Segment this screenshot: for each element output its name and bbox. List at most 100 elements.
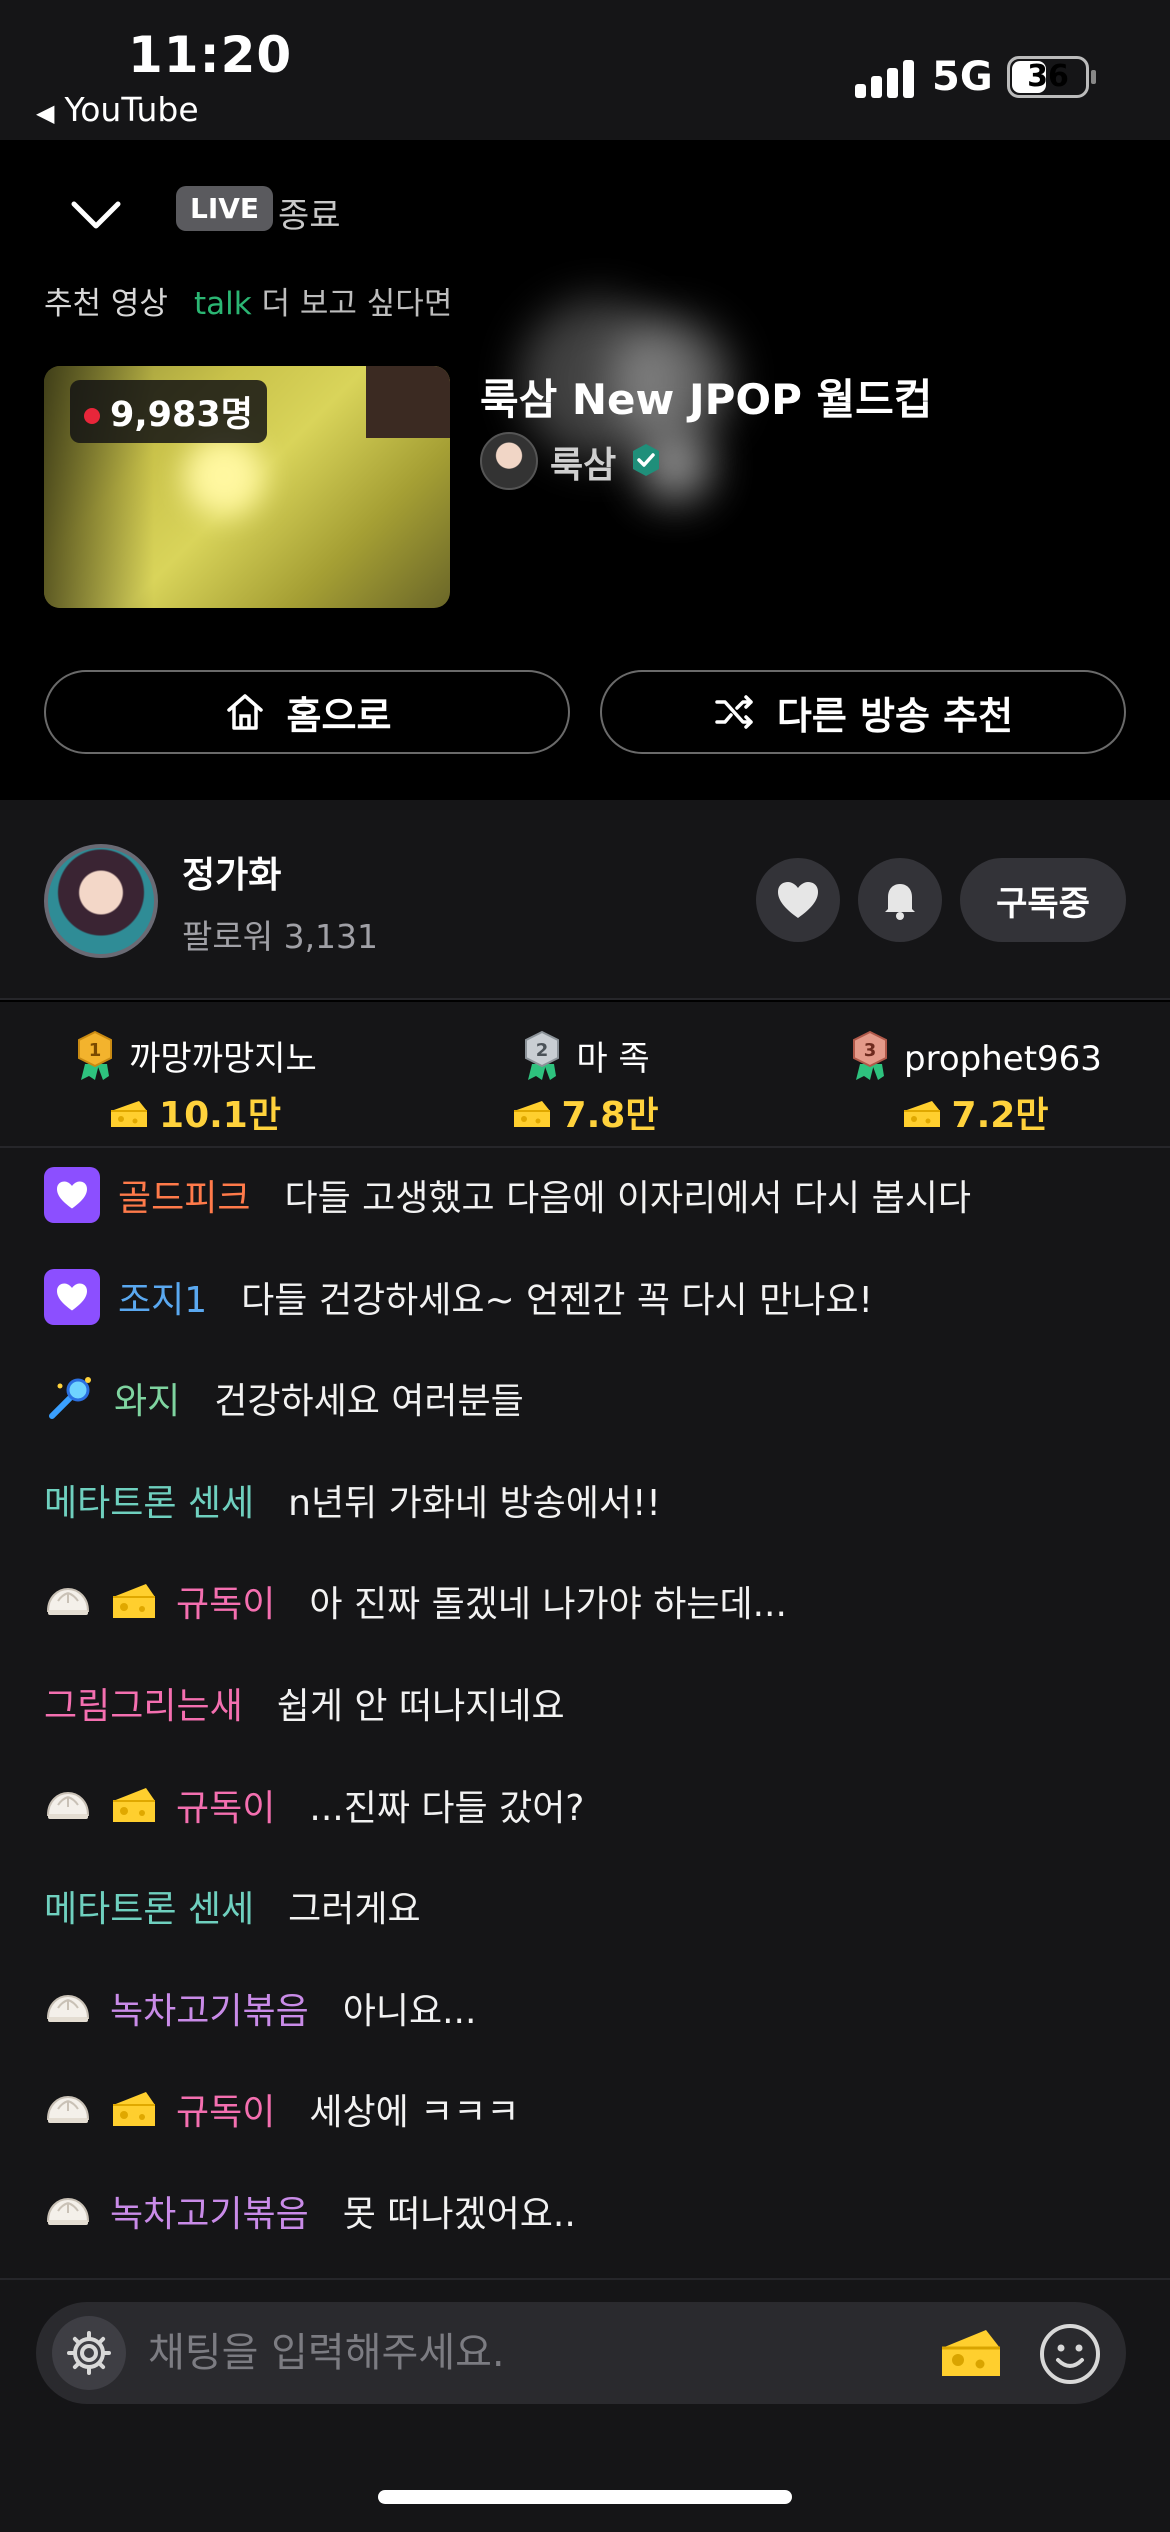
go-home-button[interactable]: 홈으로 <box>44 670 570 754</box>
chat-nickname[interactable]: 골드피크 <box>118 1169 250 1221</box>
ended-stream-panel: LIVE 종료 추천 영상 talk 더 보고 싶다면 9,983명 룩삼 New… <box>0 140 1170 800</box>
chat-settings-button[interactable] <box>52 2316 126 2390</box>
chat-message[interactable]: 메타트론 센세 그러게요 <box>44 1871 421 1941</box>
back-to-app-link[interactable]: ◀ YouTube <box>36 90 199 129</box>
bronze-medal-icon: 3 <box>848 1030 892 1091</box>
talk-more-label: 더 보고 싶다면 <box>261 286 453 322</box>
live-ended-label: 종료 <box>278 196 341 236</box>
chat-nickname[interactable]: 녹차고기볶음 <box>110 1982 309 2034</box>
collapse-chevron-icon[interactable] <box>66 190 126 240</box>
channel-info: 정가화 팔로워 3,131 구독중 <box>0 800 1170 1000</box>
viewer-count: 9,983명 <box>110 395 253 435</box>
chat-message[interactable]: 와지 건강하세요 여러분들 <box>44 1363 524 1433</box>
signal-icon <box>855 58 915 98</box>
channel-avatar[interactable] <box>44 844 158 958</box>
follower-count: 팔로워 3,131 <box>182 917 379 956</box>
recommend-label: 추천 영상 <box>44 286 168 322</box>
network-type: 5G <box>932 54 993 100</box>
recommended-channel-name[interactable]: 룩삼 <box>550 436 616 488</box>
bun-badge-icon <box>44 2085 92 2133</box>
talk-link[interactable]: talk <box>194 286 252 322</box>
donation-ranking: 1 까망까망지노 10.1만 2 마 족 7.8만 3 prophet963 7… <box>0 1002 1170 1148</box>
ranking-item-3[interactable]: 3 prophet963 7.2만 <box>780 1018 1170 1138</box>
shuffle-icon <box>715 695 753 729</box>
ranking-name: prophet963 <box>904 1039 1102 1079</box>
cheese-badge-icon <box>110 1785 158 1825</box>
ranking-name: 까망까망지노 <box>129 1039 317 1079</box>
chat-nickname[interactable]: 메타트론 센세 <box>44 1880 254 1932</box>
bell-icon <box>885 884 915 920</box>
notification-bell-button[interactable] <box>858 858 942 942</box>
chat-message[interactable]: 규독이 아 진짜 돌겠네 나가야 하는데... <box>44 1566 787 1636</box>
chat-input-box <box>36 2302 1126 2404</box>
cheese-badge-icon <box>110 2089 158 2129</box>
silver-medal-icon: 2 <box>520 1030 564 1091</box>
chat-text: ...진짜 다들 갔어? <box>309 1788 585 1829</box>
chat-message[interactable]: 골드피크 다들 고생했고 다음에 이자리에서 다시 봅시다 <box>44 1160 971 1230</box>
channel-name[interactable]: 정가화 <box>182 846 281 898</box>
ranking-item-1[interactable]: 1 까망까망지노 10.1만 <box>0 1018 390 1138</box>
bun-badge-icon <box>44 2187 92 2235</box>
chat-text: 못 떠나겠어요.. <box>342 2194 576 2235</box>
subscribed-button[interactable]: 구독중 <box>960 858 1126 942</box>
bun-badge-icon <box>44 1984 92 2032</box>
bun-badge-icon <box>44 1781 92 1829</box>
smiley-icon <box>1040 2324 1100 2384</box>
chat-nickname[interactable]: 조지1 <box>118 1271 207 1323</box>
chat-list[interactable]: 골드피크 다들 고생했고 다음에 이자리에서 다시 봅시다 조지1 다들 건강하세요… <box>0 1148 1170 2278</box>
other-stream-label: 다른 방송 추천 <box>776 693 1014 738</box>
battery-icon: 36 <box>1007 56 1089 98</box>
back-triangle-icon: ◀ <box>36 99 55 127</box>
chat-nickname[interactable]: 메타트론 센세 <box>44 1474 254 1526</box>
chat-nickname[interactable]: 규독이 <box>176 1575 275 1627</box>
battery-level: 36 <box>1027 59 1069 94</box>
cheese-donation-button[interactable] <box>936 2324 1006 2382</box>
follow-heart-button[interactable] <box>756 858 840 942</box>
emoji-button[interactable] <box>1034 2318 1106 2390</box>
ranking-amount: 7.8만 <box>561 1095 659 1136</box>
chat-input[interactable] <box>148 2324 908 2382</box>
status-time: 11:20 <box>128 26 293 84</box>
home-indicator[interactable] <box>378 2490 792 2504</box>
chat-message[interactable]: 규독이 세상에 ㅋㅋㅋ <box>44 2074 520 2144</box>
chat-nickname[interactable]: 규독이 <box>176 1779 275 1831</box>
chat-message[interactable]: 녹차고기볶음 아니요... <box>44 1973 476 2043</box>
svg-text:3: 3 <box>864 1040 877 1061</box>
chat-nickname[interactable]: 그림그리는새 <box>44 1677 243 1729</box>
svg-text:1: 1 <box>89 1040 102 1061</box>
chat-text: 아 진짜 돌겠네 나가야 하는데... <box>309 1584 787 1625</box>
chat-message[interactable]: 조지1 다들 건강하세요~ 언젠간 꼭 다시 만나요! <box>44 1262 873 1332</box>
status-bar: 11:20 ◀ YouTube 5G 36 <box>0 0 1170 140</box>
chat-message[interactable]: 메타트론 센세 n년뒤 가화네 방송에서!! <box>44 1465 661 1535</box>
recommended-channel-avatar[interactable] <box>480 432 538 490</box>
subscriber-heart-badge-icon <box>44 1269 100 1325</box>
chat-input-area <box>0 2278 1170 2532</box>
chat-text: 다들 고생했고 다음에 이자리에서 다시 봅시다 <box>284 1178 971 1219</box>
chat-text: 아니요... <box>342 1991 477 2032</box>
ranking-item-2[interactable]: 2 마 족 7.8만 <box>390 1018 780 1138</box>
recommend-row: 추천 영상 talk 더 보고 싶다면 <box>44 278 452 323</box>
subscriber-heart-badge-icon <box>44 1167 100 1223</box>
gold-medal-icon: 1 <box>73 1030 117 1091</box>
live-badge: LIVE <box>176 186 274 231</box>
chat-message[interactable]: 규독이 ...진짜 다들 갔어? <box>44 1770 584 1840</box>
cheese-icon <box>512 1097 552 1138</box>
viewer-count-badge: 9,983명 <box>70 380 267 443</box>
chat-nickname[interactable]: 녹차고기볶음 <box>110 2185 309 2237</box>
ranking-amount: 10.1만 <box>159 1095 281 1136</box>
chat-message[interactable]: 그림그리는새 쉽게 안 떠나지네요 <box>44 1668 565 1738</box>
chat-nickname[interactable]: 와지 <box>114 1372 180 1424</box>
other-stream-button[interactable]: 다른 방송 추천 <box>600 670 1126 754</box>
chat-text: 그러게요 <box>288 1889 421 1930</box>
chat-text: 다들 건강하세요~ 언젠간 꼭 다시 만나요! <box>241 1280 873 1321</box>
verified-icon <box>628 442 664 478</box>
cheese-icon <box>902 1097 942 1138</box>
chat-nickname[interactable]: 규독이 <box>176 2083 275 2135</box>
go-home-label: 홈으로 <box>286 693 392 738</box>
chat-message[interactable]: 녹차고기볶음 못 떠나겠어요.. <box>44 2176 576 2246</box>
recommended-video-title[interactable]: 룩삼 New JPOP 월드컵 <box>480 366 932 427</box>
chat-text: n년뒤 가화네 방송에서!! <box>288 1483 661 1524</box>
back-app-label: YouTube <box>64 90 199 129</box>
cheese-icon <box>109 1097 149 1138</box>
chat-text: 건강하세요 여러분들 <box>214 1381 524 1422</box>
